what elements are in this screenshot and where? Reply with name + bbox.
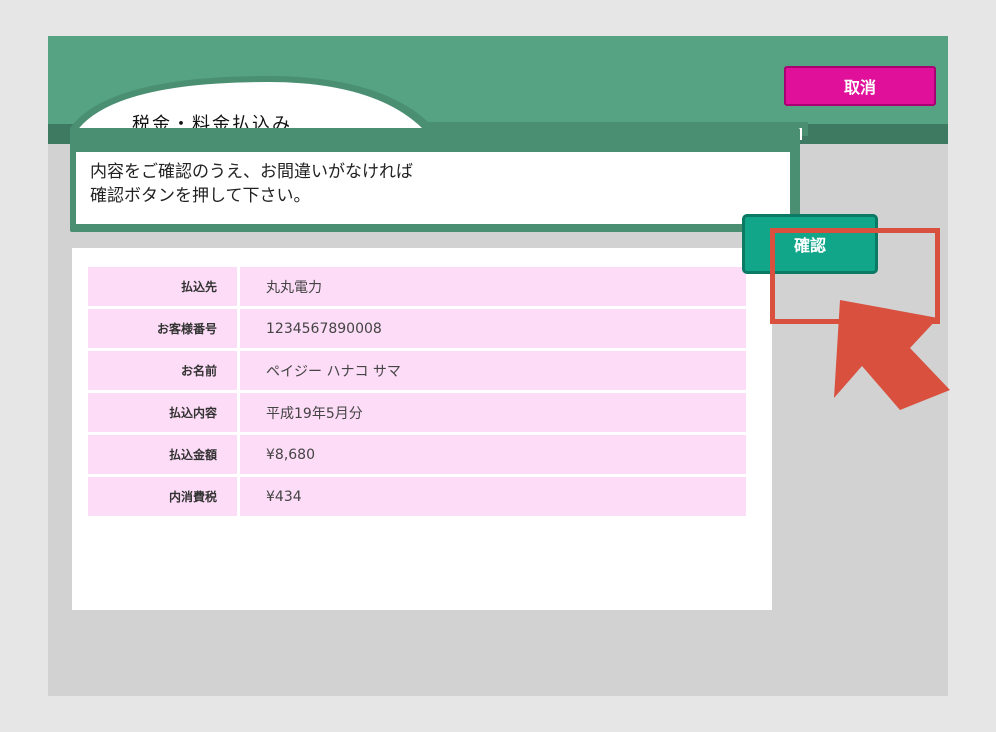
row-value: ¥8,680 [240,435,746,474]
payment-details-table: 払込先 丸丸電力 お客様番号 1234567890008 お名前 ペイジー ハナ… [88,264,746,519]
row-value: 丸丸電力 [240,267,746,306]
table-row: 払込内容 平成19年5月分 [88,393,746,432]
atm-screen: 税金・料金払込み 取消 内容をご確認のうえ、お間違いがなければ 確認ボタンを押し… [48,36,948,696]
table-row: お客様番号 1234567890008 [88,309,746,348]
row-value: ¥434 [240,477,746,516]
table-row: 払込先 丸丸電力 [88,267,746,306]
row-label: 払込先 [88,267,240,306]
instruction-line-1: 内容をご確認のうえ、お間違いがなければ [90,162,413,182]
row-value: 1234567890008 [240,309,746,348]
row-label: 内消費税 [88,477,240,516]
table-row: 払込金額 ¥8,680 [88,435,746,474]
row-value: 平成19年5月分 [240,393,746,432]
row-label: 払込金額 [88,435,240,474]
table-row: お名前 ペイジー ハナコ サマ [88,351,746,390]
row-label: お名前 [88,351,240,390]
row-value: ペイジー ハナコ サマ [240,351,746,390]
details-panel: 払込先 丸丸電力 お客様番号 1234567890008 お名前 ペイジー ハナ… [72,248,772,610]
cancel-button[interactable]: 取消 [784,66,936,106]
row-label: 払込内容 [88,393,240,432]
instruction-line-2: 確認ボタンを押して下さい。 [90,186,311,206]
highlight-box [770,228,940,324]
instruction-message: 内容をご確認のうえ、お間違いがなければ 確認ボタンを押して下さい。 [76,152,790,224]
row-label: お客様番号 [88,309,240,348]
table-row: 内消費税 ¥434 [88,477,746,516]
